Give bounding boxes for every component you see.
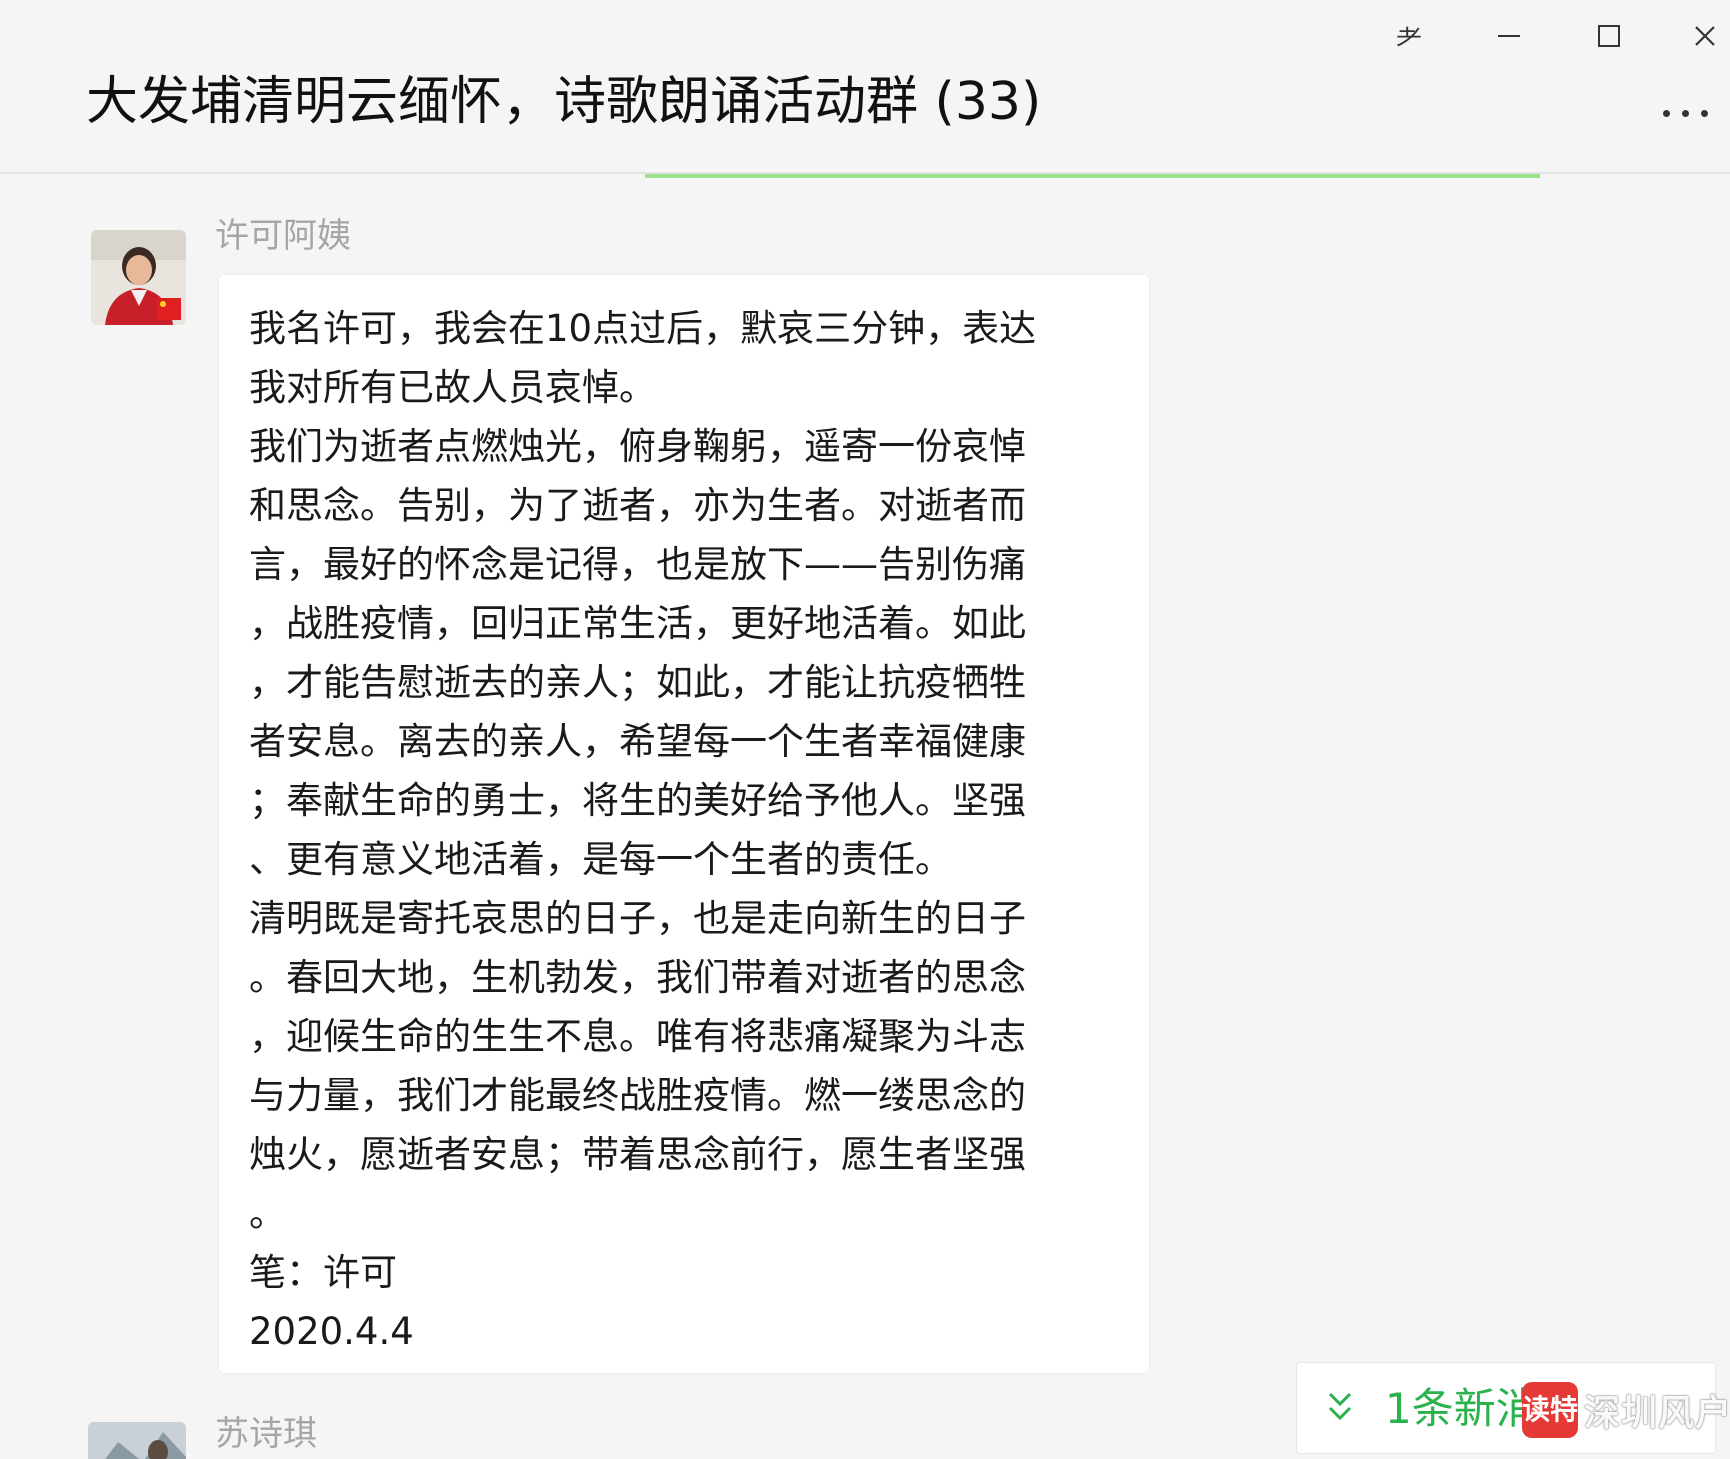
watermark-text: 深圳风户: [1584, 1393, 1730, 1434]
message-bubble[interactable]: 我名许可，我会在10点过后，默哀三分钟，表达 我对所有已故人员哀悼。 我们为逝者…: [218, 274, 1150, 1374]
title-bar: ⺹ 大发埔清明云缅怀，诗歌朗诵活动群 (33): [0, 0, 1730, 174]
maximize-button[interactable]: [1587, 14, 1631, 58]
new-message-label: 1条新消: [1385, 1384, 1538, 1433]
more-dot: [1700, 109, 1708, 117]
message-line: 、更有意义地活着，是每一个生者的责任。: [249, 838, 952, 881]
watermark: 读特 深圳风户: [1522, 1382, 1730, 1438]
message-date: 2020.4.4: [249, 1310, 414, 1353]
more-dot: [1681, 109, 1689, 117]
minimize-icon: [1498, 35, 1520, 37]
message-line: ，迎候生命的生生不息。唯有将悲痛凝聚为斗志: [249, 1015, 1026, 1058]
message-line: ，才能告慰逝去的亲人；如此，才能让抗疫牺牲: [249, 661, 1026, 704]
message-line: ，战胜疫情，回归正常生活，更好地活着。如此: [249, 602, 1026, 645]
message-line: 烛火，愿逝者安息；带着思念前行，愿生者坚强: [249, 1133, 1026, 1176]
message-line: ；奉献生命的勇士，将生的美好给予他人。坚强: [249, 779, 1026, 822]
double-chevron-down-icon: [1325, 1385, 1355, 1429]
message-line: 。: [249, 1192, 286, 1235]
maximize-icon: [1598, 25, 1620, 47]
watermark-badge: 读特: [1522, 1382, 1578, 1438]
message-line: 和思念。告别，为了逝者，亦为生者。对逝者而: [249, 484, 1026, 527]
message-line: 我们为逝者点燃烛光，俯身鞠躬，遥寄一份哀悼: [249, 425, 1026, 468]
loading-progress-line: [645, 174, 1540, 178]
more-options-button[interactable]: [1650, 88, 1720, 138]
message-signature: 笔：许可: [249, 1251, 397, 1294]
message-line: 清明既是寄托哀思的日子，也是走向新生的日子: [249, 897, 1026, 940]
message-line: 我名许可，我会在10点过后，默哀三分钟，表达: [249, 307, 1037, 350]
message-line: 与力量，我们才能最终战胜疫情。燃一缕思念的: [249, 1074, 1026, 1117]
more-dots-icon: [1662, 109, 1670, 117]
message-line: 。春回大地，生机勃发，我们带着对逝者的思念: [249, 956, 1026, 999]
avatar[interactable]: [88, 1422, 186, 1459]
message-line: 言，最好的怀念是记得，也是放下——告别伤痛: [249, 543, 1026, 586]
chat-window: ⺹ 大发埔清明云缅怀，诗歌朗诵活动群 (33) 许可阿姨 我名许可，我会在10点…: [0, 0, 1730, 1459]
message-line: 我对所有已故人员哀悼。: [249, 366, 656, 409]
avatar[interactable]: [91, 230, 186, 325]
message-line: 者安息。离去的亲人，希望每一个生者幸福健康: [249, 720, 1026, 763]
close-icon: [1695, 26, 1715, 46]
chat-title: 大发埔清明云缅怀，诗歌朗诵活动群 (33): [86, 72, 1042, 132]
sender-name: 苏诗琪: [215, 1414, 317, 1454]
avatar-photo: [91, 230, 186, 325]
minimize-button[interactable]: [1487, 14, 1531, 58]
avatar-photo: [88, 1422, 186, 1459]
pin-icon[interactable]: ⺹: [1387, 14, 1431, 58]
close-button[interactable]: [1683, 14, 1727, 58]
sender-name: 许可阿姨: [215, 216, 351, 256]
